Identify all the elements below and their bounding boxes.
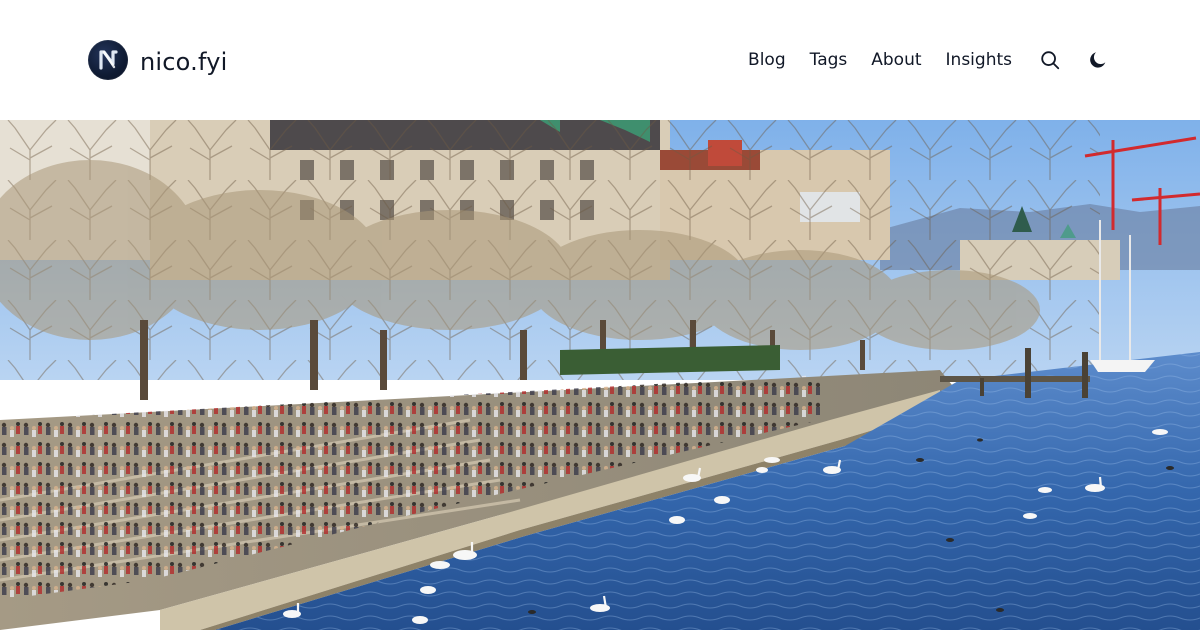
- moon-icon: [1090, 52, 1106, 68]
- nav-tags-link[interactable]: Tags: [810, 46, 848, 74]
- hero-image: [0, 120, 1200, 630]
- nav-about-link[interactable]: About: [871, 46, 921, 74]
- nav-insights-link[interactable]: Insights: [946, 46, 1012, 74]
- search-button[interactable]: [1038, 46, 1062, 74]
- theme-toggle-button[interactable]: [1086, 46, 1110, 74]
- site-header: nico.fyi Blog Tags About Insights: [0, 0, 1200, 120]
- home-link[interactable]: nico.fyi: [88, 40, 227, 80]
- n-logo-icon: [88, 40, 128, 80]
- nav-blog-link[interactable]: Blog: [748, 46, 786, 74]
- search-icon: [1041, 51, 1060, 70]
- lakeside-promenade-photo: [0, 120, 1200, 630]
- site-name: nico.fyi: [140, 48, 228, 76]
- main-nav: Blog Tags About Insights: [748, 46, 1110, 74]
